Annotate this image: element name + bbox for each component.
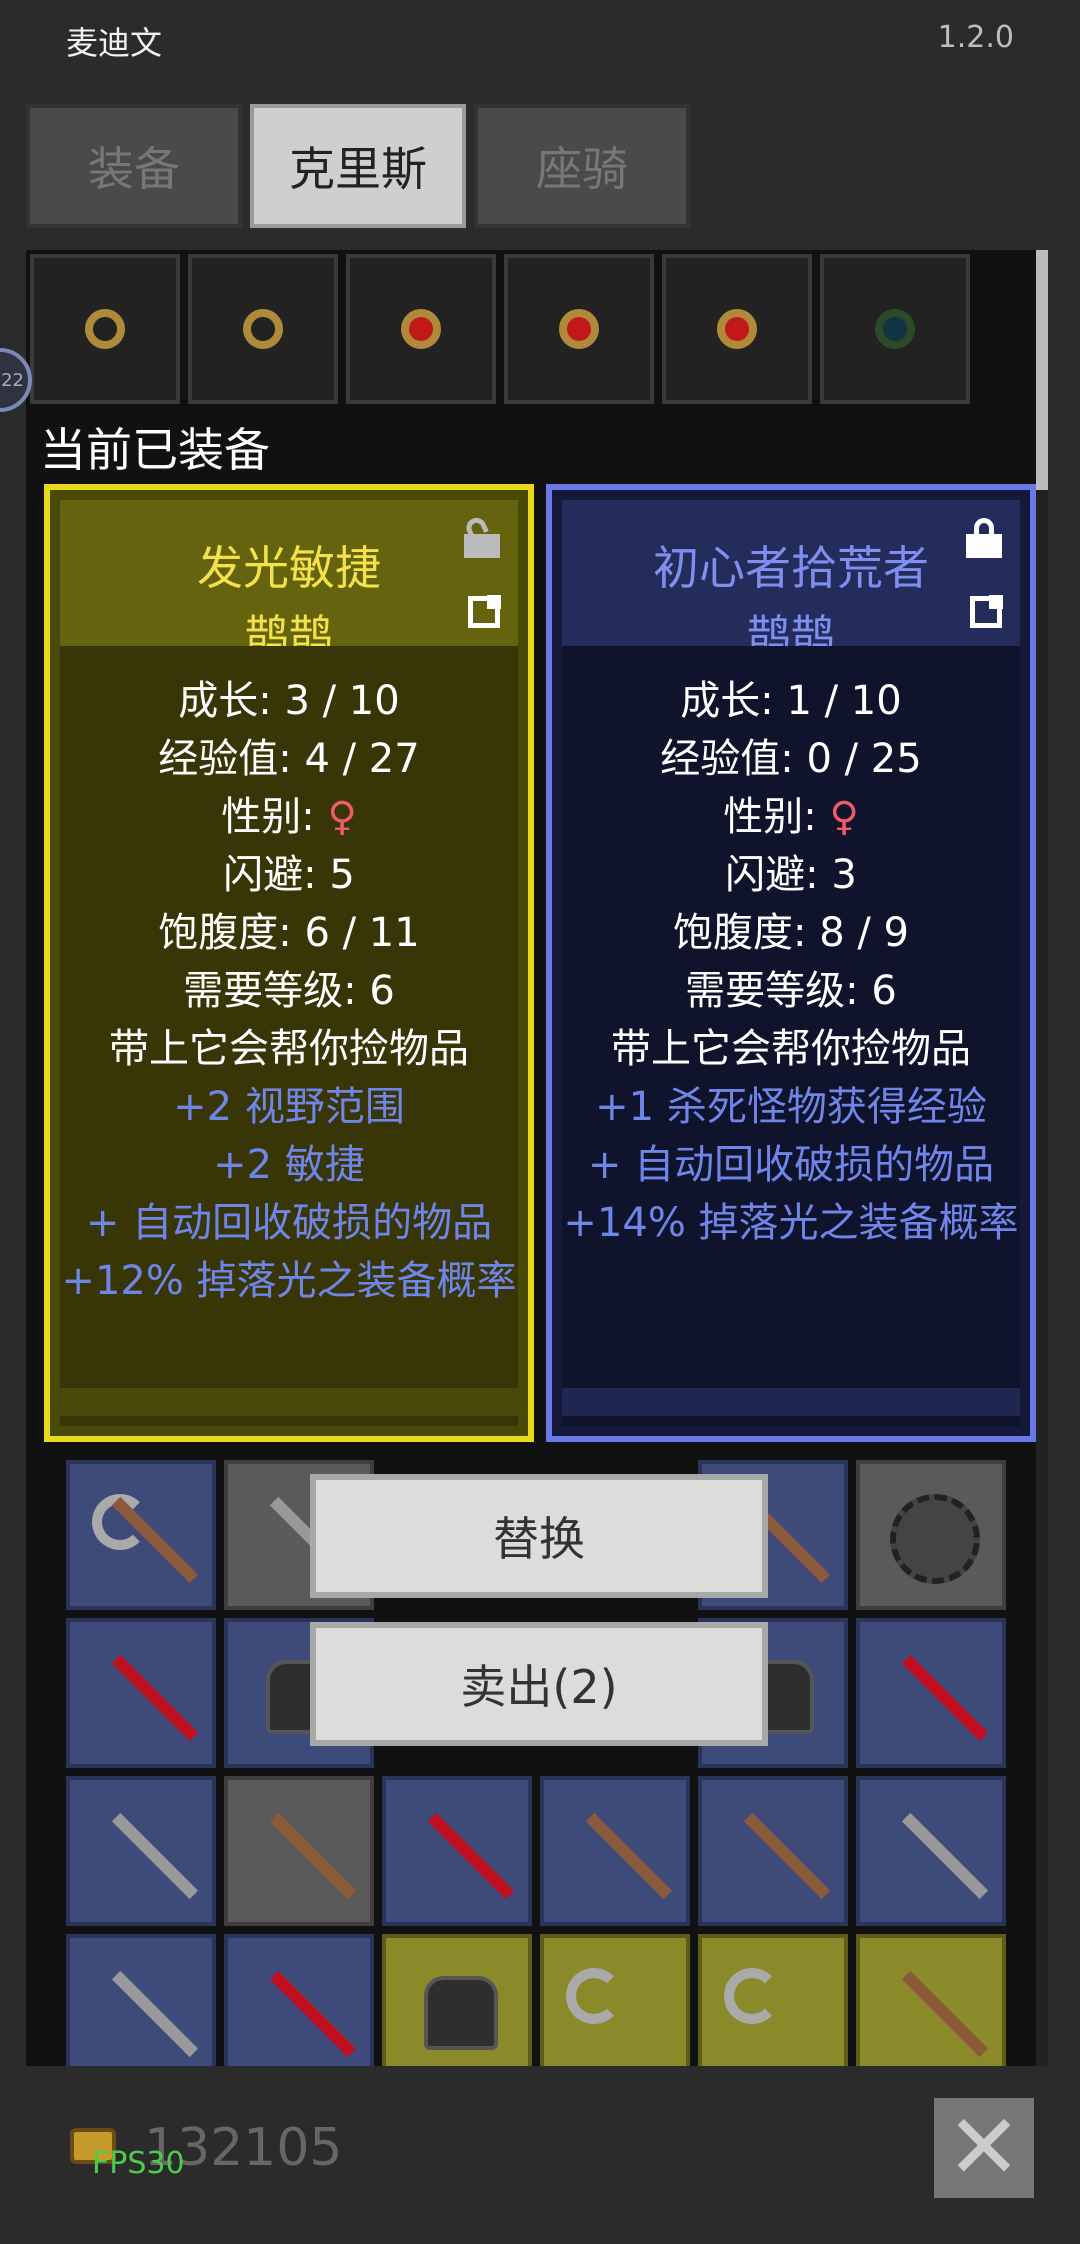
inventory-slot[interactable] [382, 1934, 532, 2084]
ring-icon [559, 309, 599, 349]
card-footer [60, 1388, 518, 1416]
version-label: 1.2.0 [937, 20, 1014, 55]
satiety-stat: 饱腹度: 6 / 11 [158, 910, 420, 956]
ring-icon [243, 309, 283, 349]
candidate-item-card: 初心者拾荒者 鹊鹊 成长: 1 / 10 经验值: 0 / 25 性别: ♀ 闪… [546, 484, 1036, 1442]
inventory-slot[interactable] [662, 254, 812, 404]
inventory-slot[interactable] [504, 254, 654, 404]
inventory-slot[interactable] [856, 1934, 1006, 2084]
inventory-slot[interactable] [224, 1934, 374, 2084]
female-icon: ♀ [327, 794, 357, 840]
tab-equipment[interactable]: 装备 [26, 104, 242, 228]
staff-icon [585, 1812, 673, 1900]
bow-icon [269, 1812, 357, 1900]
inventory-slot[interactable] [66, 1618, 216, 1768]
gender-stat: 性别: ♀ [562, 784, 1020, 842]
card-body: 成长: 1 / 10 经验值: 0 / 25 性别: ♀ 闪避: 3 饱腹度: … [562, 646, 1020, 1426]
growth-stat: 成长: 3 / 10 [178, 678, 400, 724]
gender-stat: 性别: ♀ [60, 784, 518, 842]
pickup-stat: 带上它会帮你捡物品 [109, 1026, 469, 1072]
lock-icon[interactable] [966, 518, 1002, 558]
close-button[interactable]: ✕ [934, 2098, 1034, 2198]
inventory-slot[interactable] [224, 1776, 374, 1926]
inventory-slot[interactable] [540, 1776, 690, 1926]
sell-button[interactable]: 卖出(2) [310, 1622, 768, 1746]
replace-button[interactable]: 替换 [310, 1474, 768, 1598]
scrollbar-track[interactable] [1036, 250, 1048, 2066]
spiked-shield-icon [890, 1494, 980, 1584]
equipped-heading: 当前已装备 [40, 423, 270, 477]
satiety-stat: 饱腹度: 8 / 9 [673, 910, 909, 956]
inventory-slot[interactable] [66, 1776, 216, 1926]
player-name: 麦迪文 [66, 24, 163, 62]
export-icon[interactable] [970, 595, 1003, 628]
inventory-slot[interactable] [346, 254, 496, 404]
fps-counter: FPS30 [92, 2146, 185, 2181]
inventory-slot[interactable] [540, 1934, 690, 2084]
exp-stat: 经验值: 4 / 27 [158, 736, 420, 782]
open-lock-icon[interactable] [463, 514, 500, 558]
morningstar-icon [111, 1970, 199, 2058]
tab-mount[interactable]: 座骑 [474, 104, 690, 228]
inventory-slot[interactable] [698, 1934, 848, 2084]
bonus-stat: + 自动回收破损的物品 [587, 1142, 995, 1188]
inventory-slot[interactable] [856, 1460, 1006, 1610]
bonus-stat: +12% 掉落光之装备概率 [61, 1258, 517, 1304]
ring-icon [875, 309, 915, 349]
exp-stat: 经验值: 0 / 25 [660, 736, 922, 782]
card-header: 初心者拾荒者 鹊鹊 [562, 500, 1020, 662]
card-body: 成长: 3 / 10 经验值: 4 / 27 性别: ♀ 闪避: 5 饱腹度: … [60, 646, 518, 1426]
bonus-stat: + 自动回收破损的物品 [85, 1200, 493, 1246]
tab-chris[interactable]: 克里斯 [250, 104, 466, 228]
inventory-slot[interactable] [698, 1776, 848, 1926]
bonus-stat: +2 视野范围 [173, 1084, 405, 1130]
item-title: 初心者拾荒者 [653, 541, 929, 595]
inventory-slot[interactable] [820, 254, 970, 404]
ring-icon [85, 309, 125, 349]
inventory-slot[interactable] [66, 1934, 216, 2084]
gender-label: 性别: [221, 794, 328, 840]
scrollbar-thumb[interactable] [1036, 250, 1048, 490]
dodge-stat: 闪避: 3 [725, 852, 857, 898]
mace-icon [901, 1812, 989, 1900]
card-header: 发光敏捷 鹊鹊 [60, 500, 518, 662]
inventory-slot[interactable] [66, 1460, 216, 1610]
dodge-stat: 闪避: 5 [223, 852, 355, 898]
armor-icon [424, 1976, 498, 2050]
equipped-item-card: 发光敏捷 鹊鹊 成长: 3 / 10 经验值: 4 / 27 性别: ♀ 闪避:… [44, 484, 534, 1442]
gender-label: 性别: [723, 794, 830, 840]
ring-icon [401, 309, 441, 349]
amulet-icon [717, 309, 757, 349]
card-footer [562, 1388, 1020, 1416]
female-icon: ♀ [829, 794, 859, 840]
status-bar: 麦迪文 1.2.0 [0, 0, 1080, 84]
close-icon: ✕ [946, 2095, 1022, 2200]
inventory-slot[interactable] [188, 254, 338, 404]
pickup-stat: 带上它会帮你捡物品 [611, 1026, 971, 1072]
red-blade-icon [901, 1654, 989, 1742]
inventory-slot[interactable] [856, 1618, 1006, 1768]
inventory-slot[interactable] [382, 1776, 532, 1926]
growth-stat: 成长: 1 / 10 [680, 678, 902, 724]
export-icon[interactable] [468, 595, 501, 628]
bow-icon [901, 1970, 989, 2058]
level-stat: 需要等级: 6 [685, 968, 897, 1014]
spear-icon [269, 1970, 357, 2058]
staff-icon [743, 1812, 831, 1900]
morningstar-icon [111, 1812, 199, 1900]
level-stat: 需要等级: 6 [183, 968, 395, 1014]
axe-icon [724, 1968, 780, 2024]
red-blade-icon [427, 1812, 515, 1900]
bonus-stat: +2 敏捷 [213, 1142, 365, 1188]
item-title: 发光敏捷 [197, 541, 381, 595]
red-blade-icon [111, 1654, 199, 1742]
inventory-slot[interactable] [856, 1776, 1006, 1926]
inventory-slot[interactable] [30, 254, 180, 404]
bonus-stat: +14% 掉落光之装备概率 [563, 1200, 1019, 1246]
axe-icon [566, 1968, 622, 2024]
bonus-stat: +1 杀死怪物获得经验 [595, 1084, 987, 1130]
